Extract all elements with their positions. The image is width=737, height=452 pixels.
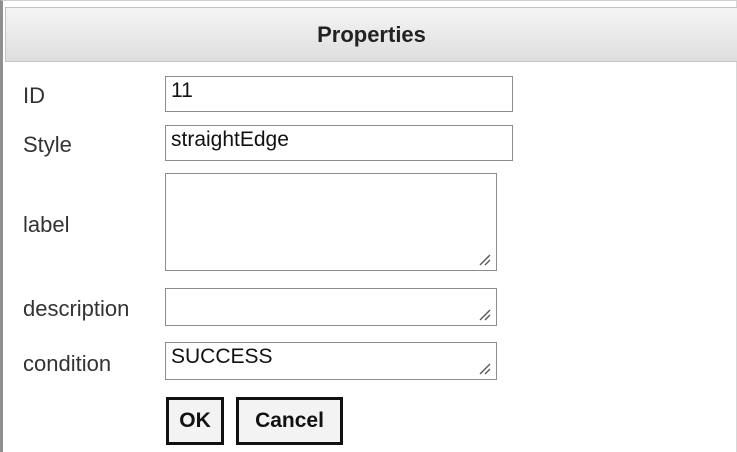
resize-grip-icon[interactable] [477, 361, 491, 375]
label-label: label [23, 212, 70, 237]
resize-grip-icon[interactable] [477, 307, 491, 321]
condition-textarea[interactable]: SUCCESS [165, 342, 497, 380]
style-label: Style [23, 132, 72, 157]
cancel-button[interactable]: Cancel [236, 397, 343, 445]
id-field[interactable]: 11 [165, 76, 513, 112]
properties-dialog: Properties ID 11 Style straightEdge labe… [0, 0, 737, 452]
dialog-header: Properties [5, 7, 737, 62]
description-label: description [23, 296, 130, 321]
ok-button[interactable]: OK [166, 397, 224, 445]
condition-label: condition [23, 351, 112, 376]
dialog-title: Properties [317, 21, 426, 47]
id-label: ID [23, 83, 45, 108]
label-textarea[interactable] [165, 173, 497, 271]
style-field[interactable]: straightEdge [165, 125, 513, 161]
condition-text: SUCCESS [171, 345, 273, 368]
description-textarea[interactable] [165, 288, 497, 326]
resize-grip-icon[interactable] [477, 252, 491, 266]
